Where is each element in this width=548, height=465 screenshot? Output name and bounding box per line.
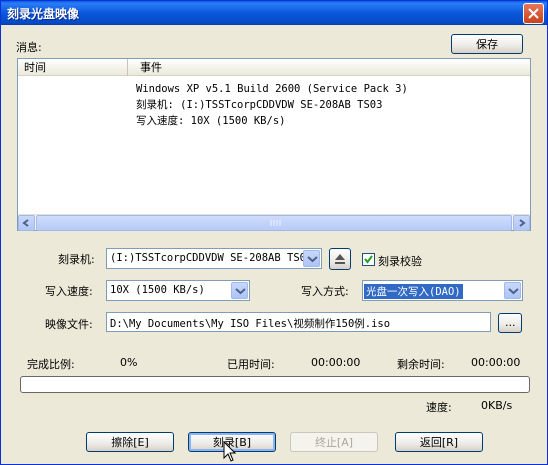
grip-icon [270,220,281,226]
list-item: Windows XP v5.1 Build 2600 (Service Pack… [136,83,408,95]
abort-button: 终止[A] [290,432,378,452]
chevron-right-icon [519,219,526,227]
write-speed-select[interactable]: 10X (1500 KB/s) [106,280,250,301]
burner-value: (I:)TSSTcorpCDDVDW SE-208AB TS03 [110,252,313,264]
chevron-down-icon [508,288,519,295]
save-button[interactable]: 保存 [451,34,523,54]
elapsed-value: 00:00:00 [311,356,361,369]
remaining-label: 剩余时间: [397,358,445,371]
image-file-input[interactable]: D:\My Documents\My ISO Files\视频制作150例.is… [106,312,491,332]
scroll-thumb[interactable] [36,215,512,231]
write-mode-label: 写入方式: [301,285,349,298]
browse-button[interactable]: ... [498,313,522,333]
title-bar[interactable]: 刻录光盘映像 [1,1,547,25]
horizontal-scrollbar[interactable] [18,214,530,231]
close-icon [528,8,539,19]
scroll-left-button[interactable] [18,215,35,231]
dropdown-button[interactable] [504,282,521,299]
verify-label[interactable]: 刻录校验 [378,253,422,269]
dropdown-button[interactable] [303,250,320,267]
remaining-value: 00:00:00 [471,356,521,369]
scroll-right-button[interactable] [513,215,530,231]
list-header: 时间 事件 [18,59,530,76]
complete-value: 0% [120,356,138,369]
window-title: 刻录光盘映像 [7,7,80,21]
close-button[interactable] [523,3,544,24]
column-event[interactable]: 事件 [134,59,530,76]
write-mode-value: 光盘一次写入(DAO) [364,284,463,299]
eject-button[interactable] [329,248,351,270]
image-file-label: 映像文件: [45,318,93,331]
chevron-down-icon [307,256,318,263]
back-button[interactable]: 返回[R] [395,432,483,452]
verify-checkbox[interactable] [362,253,375,266]
list-item: 刻录机: (I:)TSSTcorpCDDVDW SE-208AB TS03 [136,99,383,111]
column-time[interactable]: 时间 [18,59,128,76]
message-list[interactable]: 时间 事件 Windows XP v5.1 Build 2600 (Servic… [17,58,531,231]
write-mode-select[interactable]: 光盘一次写入(DAO) [362,280,523,301]
speed-value: 0KB/s [481,399,513,412]
burner-label: 刻录机: [58,253,95,266]
list-item: 写入速度: 10X (1500 KB/s) [136,115,286,127]
complete-label: 完成比例: [27,358,75,371]
elapsed-label: 已用时间: [227,358,275,371]
write-speed-label: 写入速度: [45,285,93,298]
eject-icon [335,254,345,264]
messages-label: 消息: [16,41,42,54]
burner-select[interactable]: (I:)TSSTcorpCDDVDW SE-208AB TS03 [106,248,322,269]
mouse-cursor-icon [223,441,237,462]
chevron-down-icon [235,288,246,295]
image-file-path: D:\My Documents\My ISO Files\视频制作150例.is… [110,318,391,330]
write-speed-value: 10X (1500 KB/s) [110,284,205,296]
burn-progress-bar [20,376,530,393]
erase-button[interactable]: 擦除[E] [86,432,174,452]
chevron-left-icon [22,219,29,227]
burn-image-dialog: 刻录光盘映像 消息: 保存 时间 事件 Windows XP v5.1 Buil… [0,0,548,465]
checkmark-icon [364,255,373,264]
speed-label: 速度: [426,401,452,414]
dropdown-button[interactable] [231,282,248,299]
